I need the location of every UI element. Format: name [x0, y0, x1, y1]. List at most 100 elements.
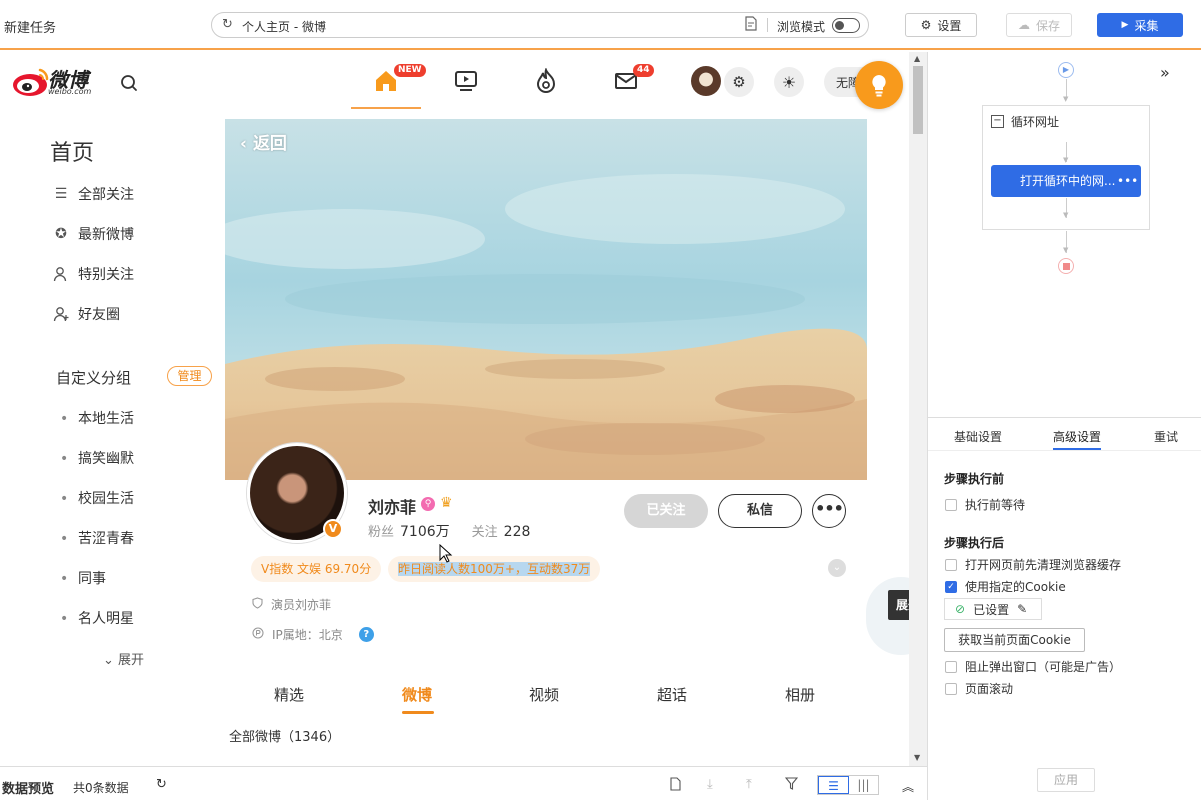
nav-hot[interactable]: [531, 66, 561, 96]
url-text[interactable]: 个人主页 - 微博: [242, 18, 326, 35]
check-circle-icon: ⊘: [955, 602, 966, 616]
scroll-thumb[interactable]: [913, 66, 923, 134]
crown-icon[interactable]: ♛: [440, 495, 453, 511]
back-link[interactable]: ‹ 返回: [240, 129, 287, 154]
settings-button[interactable]: ⚙ 设置: [905, 13, 977, 37]
address-bar[interactable]: ↻ 个人主页 - 微博 浏览模式: [211, 12, 869, 38]
checkbox[interactable]: [945, 558, 957, 571]
verified-info-text: 演员刘亦菲: [271, 598, 332, 612]
profile-stats: 粉丝 7106万 关注 228: [368, 521, 530, 541]
browser-scrollbar[interactable]: ▲ ▼: [909, 52, 927, 766]
flow-end-icon[interactable]: [1058, 258, 1074, 274]
tab-retry[interactable]: 重试: [1154, 428, 1178, 445]
checkbox-checked[interactable]: ✓: [945, 580, 957, 593]
edit-icon[interactable]: ✎: [1017, 602, 1027, 616]
help-icon[interactable]: ?: [358, 627, 374, 642]
vip-badge-icon[interactable]: ⚲: [421, 497, 435, 511]
checkbox[interactable]: [945, 498, 957, 511]
expand-circle-icon[interactable]: ⌄: [828, 559, 846, 577]
page-scroll-option[interactable]: 页面滚动: [945, 680, 1013, 697]
followed-button[interactable]: 已关注: [624, 494, 708, 528]
page-doc-icon[interactable]: [744, 16, 758, 35]
reads-tag[interactable]: 昨日阅读人数100万+，互动数37万: [388, 556, 601, 582]
loop-label: 循环网址: [1011, 115, 1060, 129]
lightbulb-icon[interactable]: [855, 61, 903, 109]
download-icon[interactable]: ⤓: [707, 777, 713, 792]
user-avatar[interactable]: [691, 66, 721, 96]
cookie-status[interactable]: ⊘ 已设置 ✎: [944, 598, 1042, 620]
node-more-icon[interactable]: •••: [1117, 165, 1138, 197]
all-weibo-count[interactable]: 全部微博（1346）: [229, 726, 340, 745]
ip-icon: [252, 627, 264, 642]
loop-header[interactable]: − 循环网址: [991, 113, 1059, 130]
use-cookie-option[interactable]: ✓ 使用指定的Cookie: [945, 578, 1066, 595]
tab-videos[interactable]: 视频: [529, 684, 559, 705]
tab-advanced-settings[interactable]: 高级设置: [1053, 428, 1101, 445]
new-file-icon[interactable]: [669, 777, 682, 795]
following-label: 关注: [471, 525, 498, 540]
sidebar-item-special[interactable]: 特别关注: [52, 264, 134, 284]
search-icon[interactable]: [120, 74, 138, 92]
clear-cache-option[interactable]: 打开网页前先清理浏览器缓存: [945, 556, 1121, 573]
scroll-down-icon[interactable]: ▼: [914, 753, 920, 762]
tab-albums[interactable]: 相册: [785, 684, 815, 705]
nav-settings-icon[interactable]: ⚙: [724, 67, 754, 97]
sidebar-item-friends[interactable]: 好友圈: [52, 304, 120, 324]
manage-groups-button[interactable]: 管理: [167, 366, 212, 386]
list-view-icon[interactable]: ☰: [818, 776, 849, 794]
refresh-icon[interactable]: ↻: [156, 777, 167, 792]
collapse-up-icon[interactable]: ︽: [902, 778, 914, 795]
star-circle-icon: ✪: [55, 226, 67, 242]
following-count[interactable]: 228: [504, 524, 531, 540]
sidebar-item-label: 好友圈: [78, 307, 120, 323]
gear-icon: ⚙: [920, 18, 932, 32]
group-item[interactable]: 苦涩青春: [60, 528, 134, 548]
v-index-tag[interactable]: V指数 文娱 69.70分: [251, 556, 382, 582]
theme-sun-icon[interactable]: ☀: [774, 67, 804, 97]
embedded-browser: 微博 weibo.com NEW 44 ⚙ ☀ 无障 首页 ☰ 全部关注 ✪ 最…: [0, 52, 927, 766]
view-switcher[interactable]: ☰ |||: [817, 775, 879, 795]
browse-mode-toggle[interactable]: [832, 18, 860, 33]
group-item[interactable]: 搞笑幽默: [60, 448, 134, 468]
tab-weibo[interactable]: 微博: [402, 684, 432, 705]
collapse-minus-icon[interactable]: −: [991, 115, 1004, 128]
option-label: 阻止弹出窗口（可能是广告）: [965, 660, 1122, 674]
nav-video[interactable]: [451, 66, 481, 96]
sidebar-item-label: 全部关注: [78, 187, 134, 203]
scroll-up-icon[interactable]: ▲: [914, 54, 920, 63]
option-label: 打开网页前先清理浏览器缓存: [965, 558, 1122, 572]
fans-count[interactable]: 7106万: [400, 524, 450, 540]
sidebar-item-latest[interactable]: ✪ 最新微博: [52, 224, 134, 244]
nav-home[interactable]: NEW: [371, 64, 426, 96]
get-cookie-button[interactable]: 获取当前页面Cookie: [944, 628, 1085, 652]
sidebar-item-all-follow[interactable]: ☰ 全部关注: [52, 184, 134, 204]
more-options-button[interactable]: •••: [812, 494, 846, 528]
group-item[interactable]: 本地生活: [60, 408, 134, 428]
task-title: 新建任务: [4, 21, 57, 36]
sidebar-expand-link[interactable]: ⌄ 展开: [103, 649, 144, 668]
checkbox[interactable]: [945, 682, 957, 695]
open-loop-url-node[interactable]: 打开循环中的网... •••: [991, 165, 1141, 197]
save-button[interactable]: ☁ 保存: [1006, 13, 1072, 37]
block-popup-option[interactable]: 阻止弹出窗口（可能是广告）: [945, 658, 1121, 675]
wait-before-option[interactable]: 执行前等待: [945, 496, 1025, 513]
collapse-panel-icon[interactable]: »: [1160, 63, 1170, 82]
group-item[interactable]: 校园生活: [60, 488, 134, 508]
upload-icon[interactable]: ⤒: [746, 777, 752, 792]
message-button[interactable]: 私信: [718, 494, 802, 528]
tab-basic-settings[interactable]: 基础设置: [954, 428, 1002, 445]
flow-start-icon[interactable]: ▶: [1058, 62, 1074, 78]
column-view-icon[interactable]: |||: [849, 776, 878, 794]
apply-button[interactable]: 应用: [1037, 768, 1095, 792]
collect-label: 采集: [1134, 18, 1159, 33]
sidebar-home[interactable]: 首页: [50, 135, 94, 167]
reload-icon[interactable]: ↻: [222, 17, 233, 32]
group-item[interactable]: 名人明星: [60, 608, 134, 628]
nav-messages[interactable]: 44: [611, 64, 654, 96]
tab-supertopic[interactable]: 超话: [657, 684, 687, 705]
filter-icon[interactable]: [784, 777, 799, 794]
checkbox[interactable]: [945, 660, 957, 673]
group-item[interactable]: 同事: [60, 568, 106, 588]
collect-button[interactable]: ▶ 采集: [1097, 13, 1183, 37]
tab-featured[interactable]: 精选: [274, 684, 304, 705]
